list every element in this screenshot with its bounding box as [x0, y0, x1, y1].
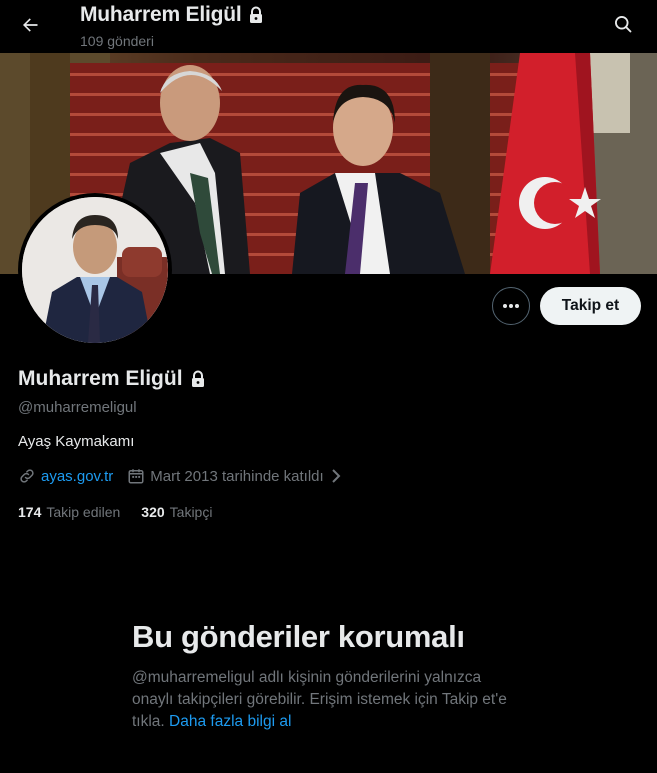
- followers-count: 320: [141, 504, 165, 520]
- protected-message: @muharremeligul adlı kişinin gönderileri…: [132, 667, 524, 733]
- lock-icon: [249, 6, 262, 23]
- chevron-right-icon: [331, 469, 341, 483]
- follow-button[interactable]: Takip et: [540, 287, 641, 325]
- post-count: 109 gönderi: [80, 33, 154, 49]
- avatar-frame[interactable]: [18, 193, 172, 347]
- profile-bio: Ayaş Kaymakamı: [18, 433, 135, 450]
- following-label: Takip edilen: [46, 504, 121, 520]
- arrow-left-icon: [23, 18, 38, 32]
- avatar: [22, 197, 168, 343]
- lock-icon: [191, 370, 204, 387]
- more-options-button[interactable]: [492, 287, 530, 325]
- profile-handle: @muharremeligul: [18, 399, 137, 416]
- website-link[interactable]: ayas.gov.tr: [41, 468, 113, 485]
- back-button[interactable]: [13, 8, 47, 42]
- header-name: Muharrem Eligül: [80, 3, 242, 26]
- display-name-row: Muharrem Eligül: [18, 367, 206, 391]
- calendar-icon: [128, 469, 144, 484]
- header-title-block: Muharrem Eligül 109 gönderi: [80, 3, 264, 49]
- joined-item[interactable]: Mart 2013 tarihinde katıldı: [127, 467, 342, 485]
- joined-date: Mart 2013 tarihinde katıldı: [150, 467, 324, 485]
- following-stat[interactable]: 174 Takip edilen: [18, 504, 120, 520]
- protected-title: Bu gönderiler korumalı: [132, 619, 465, 654]
- display-name: Muharrem Eligül: [18, 367, 183, 390]
- learn-more-link[interactable]: Daha fazla bilgi al: [169, 713, 291, 730]
- profile-meta: ayas.gov.tr Mart 2013 tarihinde katıldı: [18, 467, 343, 485]
- avatar-image: [22, 197, 168, 343]
- following-count: 174: [18, 504, 42, 520]
- followers-stat[interactable]: 320 Takipçi: [141, 504, 212, 520]
- follow-stats: 174 Takip edilen 320 Takipçi: [18, 504, 212, 520]
- more-dots-icon: [503, 304, 519, 308]
- search-icon: [615, 16, 632, 33]
- search-button[interactable]: [606, 7, 640, 41]
- link-icon: [20, 469, 34, 483]
- top-bar: Muharrem Eligül 109 gönderi: [0, 0, 657, 53]
- followers-label: Takipçi: [169, 504, 213, 520]
- website-item: ayas.gov.tr: [18, 467, 113, 485]
